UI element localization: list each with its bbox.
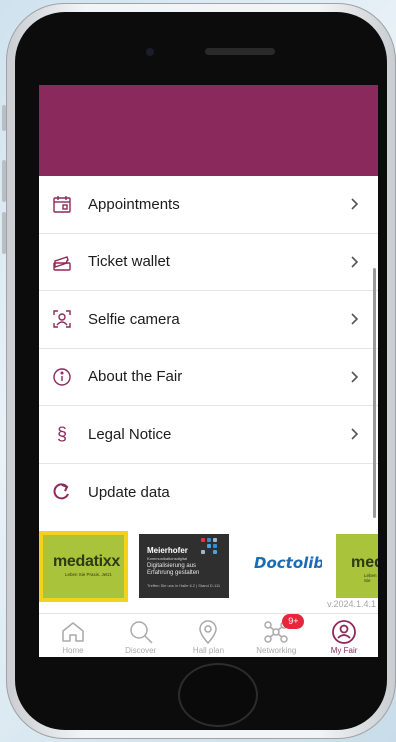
tab-discover[interactable]: Discover <box>107 614 175 657</box>
menu-item-selfie-camera[interactable]: Selfie camera <box>39 291 378 349</box>
section-sign-icon: § <box>56 424 67 445</box>
menu-item-update-data[interactable]: Update data <box>39 464 378 522</box>
scrollbar[interactable] <box>373 268 376 518</box>
tab-label: Networking <box>256 646 297 655</box>
header-banner <box>39 85 378 176</box>
sponsor-logo: medatixx <box>53 553 120 570</box>
tab-hall-plan[interactable]: Hall plan <box>175 614 243 657</box>
sponsor-subline: Kommunikationsdigital <box>147 556 188 561</box>
menu-item-label: Legal Notice <box>88 425 172 443</box>
sponsor-booth: Treffen Sie uns in Halle 6.2 | Stand D-1… <box>147 583 221 588</box>
chevron-right-icon <box>351 198 359 210</box>
my-fair-menu: Appointments Ticket wallet Selfie camera… <box>39 176 378 521</box>
tab-label: Home <box>62 646 84 655</box>
mute-switch <box>2 105 6 131</box>
menu-item-ticket-wallet[interactable]: Ticket wallet <box>39 234 378 291</box>
sponsor-doctolib[interactable]: Doctolib <box>244 534 322 598</box>
profile-icon <box>331 619 357 645</box>
sponsor-tagline: Leben Sie <box>364 573 377 583</box>
tab-networking[interactable]: 9+ Networking <box>242 614 310 657</box>
tab-home[interactable]: Home <box>39 614 107 657</box>
app-version: v.2024.1.4.1 <box>327 599 376 609</box>
sponsor-carousel[interactable]: medatixx Leben Sie Praxis. Jetzt. Meierh… <box>39 531 378 602</box>
volume-down-button <box>2 212 6 254</box>
earpiece-speaker <box>205 48 275 55</box>
sponsor-medatixx[interactable]: medatixx Leben Sie Praxis. Jetzt. <box>39 531 128 602</box>
bottom-tab-bar: Home Discover Hall plan 9+ Networking My… <box>39 613 378 657</box>
menu-item-label: Selfie camera <box>88 310 180 328</box>
chevron-right-icon <box>351 371 359 383</box>
info-icon <box>52 367 72 387</box>
selfie-camera-icon <box>52 309 72 329</box>
chevron-right-icon <box>351 256 359 268</box>
volume-up-button <box>2 160 6 202</box>
home-icon <box>60 619 86 645</box>
tab-my-fair[interactable]: My Fair <box>310 614 378 657</box>
search-icon <box>128 619 154 645</box>
sponsor-meierhofer[interactable]: Meierhofer Kommunikationsdigital Digital… <box>139 534 229 598</box>
menu-item-label: Update data <box>88 483 170 501</box>
menu-item-label: About the Fair <box>88 368 183 386</box>
home-button[interactable] <box>178 663 258 727</box>
refresh-icon <box>52 482 72 502</box>
notification-badge: 9+ <box>282 614 305 629</box>
chevron-right-icon <box>351 428 359 440</box>
tab-label: My Fair <box>330 646 358 655</box>
sponsor-logo: Meierhofer <box>147 546 188 555</box>
tab-label: Discover <box>125 646 157 655</box>
pixel-pattern-icon <box>201 538 223 560</box>
front-camera <box>146 48 154 56</box>
sponsor-medatixx-repeat[interactable]: medatixx Leben Sie <box>336 534 378 598</box>
sponsor-logo: Doctolib <box>254 554 322 572</box>
sponsor-logo: medatixx <box>351 554 378 571</box>
chevron-right-icon <box>351 313 359 325</box>
menu-item-legal-notice[interactable]: § Legal Notice <box>39 406 378 464</box>
sponsor-slogan: Digitalisierung aus Erfahrung gestalten <box>147 563 200 576</box>
menu-item-about-the-fair[interactable]: About the Fair <box>39 349 378 406</box>
menu-item-label: Appointments <box>88 195 180 213</box>
calendar-icon <box>52 194 72 214</box>
map-pin-icon <box>195 619 221 645</box>
sponsor-tagline: Leben Sie Praxis. Jetzt. <box>65 572 113 577</box>
menu-item-appointments[interactable]: Appointments <box>39 176 378 234</box>
ticket-icon <box>52 252 72 272</box>
tab-label: Hall plan <box>192 646 225 655</box>
app-screen: Appointments Ticket wallet Selfie camera… <box>39 85 378 657</box>
menu-item-label: Ticket wallet <box>88 253 170 271</box>
